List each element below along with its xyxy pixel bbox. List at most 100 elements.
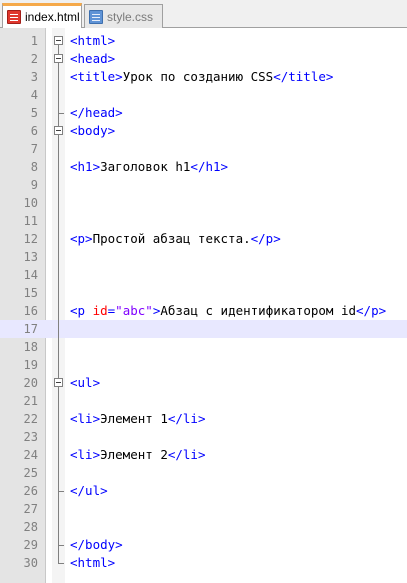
- css-file-icon: [89, 9, 103, 24]
- code-line[interactable]: 29 </body>: [0, 536, 407, 554]
- code-line[interactable]: 27: [0, 500, 407, 518]
- code-text[interactable]: <head>: [70, 50, 115, 68]
- fold-end-marker: [53, 536, 64, 554]
- code-line[interactable]: 4: [0, 86, 407, 104]
- line-number: 23: [23, 430, 38, 444]
- fold-line: [53, 140, 64, 158]
- code-line[interactable]: 25: [0, 464, 407, 482]
- line-number: 17: [23, 322, 38, 336]
- fold-line: [53, 266, 64, 284]
- code-line[interactable]: 14: [0, 266, 407, 284]
- code-text[interactable]: <p>Простой абзац текста.</p>: [70, 230, 281, 248]
- fold-line: [53, 86, 64, 104]
- code-line[interactable]: 13: [0, 248, 407, 266]
- code-text[interactable]: <html>: [70, 32, 115, 50]
- fold-collapse-icon[interactable]: [53, 32, 64, 50]
- code-line[interactable]: 23: [0, 428, 407, 446]
- code-line[interactable]: 10: [0, 194, 407, 212]
- code-text[interactable]: <body>: [70, 122, 115, 140]
- line-number: 22: [23, 412, 38, 426]
- code-line[interactable]: 11: [0, 212, 407, 230]
- line-number: 11: [23, 214, 38, 228]
- fold-line: [53, 230, 64, 248]
- fold-end-marker: [53, 554, 64, 572]
- line-number: 21: [23, 394, 38, 408]
- fold-line: [53, 392, 64, 410]
- code-line[interactable]: 8 <h1>Заголовок h1</h1>: [0, 158, 407, 176]
- line-number: 13: [23, 250, 38, 264]
- code-line[interactable]: 28: [0, 518, 407, 536]
- fold-line: [53, 284, 64, 302]
- fold-line: [53, 212, 64, 230]
- code-line[interactable]: 2 <head>: [0, 50, 407, 68]
- line-number: 27: [23, 502, 38, 516]
- code-line[interactable]: 17: [0, 320, 407, 338]
- fold-line: [53, 518, 64, 536]
- code-line[interactable]: 20 <ul>: [0, 374, 407, 392]
- fold-line: [53, 248, 64, 266]
- code-text[interactable]: <p id="abc">Абзац с идентификатором id</…: [70, 302, 386, 320]
- fold-collapse-icon[interactable]: [53, 122, 64, 140]
- code-text[interactable]: <title>Урок по созданию CSS</title>: [70, 68, 333, 86]
- code-line[interactable]: 9: [0, 176, 407, 194]
- code-lines: 1 <html> 2 <head> 3 <title>Урок по созданию C…: [0, 32, 407, 572]
- line-number: 15: [23, 286, 38, 300]
- code-line[interactable]: 30 <html>: [0, 554, 407, 572]
- code-line[interactable]: 15: [0, 284, 407, 302]
- code-text[interactable]: </head>: [70, 104, 123, 122]
- fold-collapse-icon[interactable]: [53, 374, 64, 392]
- code-line[interactable]: 5 </head>: [0, 104, 407, 122]
- html-file-icon: [7, 10, 21, 24]
- fold-line: [53, 68, 64, 86]
- code-text[interactable]: <h1>Заголовок h1</h1>: [70, 158, 228, 176]
- code-line[interactable]: 7: [0, 140, 407, 158]
- code-editor[interactable]: 1 <html> 2 <head> 3 <title>Урок по созданию C…: [0, 28, 407, 583]
- line-number: 4: [30, 88, 38, 102]
- line-number: 9: [30, 178, 38, 192]
- line-number: 26: [23, 484, 38, 498]
- line-number: 16: [23, 304, 38, 318]
- line-number: 3: [30, 70, 38, 84]
- code-line[interactable]: 19: [0, 356, 407, 374]
- code-text[interactable]: </ul>: [70, 482, 108, 500]
- tab-index-html[interactable]: index.html: [2, 3, 82, 28]
- line-number: 10: [23, 196, 38, 210]
- code-line[interactable]: 16 <p id="abc">Абзац с идентификатором id…: [0, 302, 407, 320]
- fold-line: [53, 176, 64, 194]
- fold-end-marker: [53, 482, 64, 500]
- line-number: 25: [23, 466, 38, 480]
- fold-collapse-icon[interactable]: [53, 50, 64, 68]
- fold-line: [53, 428, 64, 446]
- line-number: 5: [30, 106, 38, 120]
- fold-line: [53, 500, 64, 518]
- fold-line: [53, 302, 64, 320]
- code-text[interactable]: <li>Элемент 2</li>: [70, 446, 205, 464]
- code-line[interactable]: 3 <title>Урок по созданию CSS</title>: [0, 68, 407, 86]
- code-line[interactable]: 1 <html>: [0, 32, 407, 50]
- code-line[interactable]: 12 <p>Простой абзац текста.</p>: [0, 230, 407, 248]
- line-number: 28: [23, 520, 38, 534]
- fold-line: [53, 410, 64, 428]
- line-number: 8: [30, 160, 38, 174]
- tab-label: style.css: [107, 9, 154, 24]
- line-number: 1: [30, 34, 38, 48]
- tab-style-css[interactable]: style.css: [84, 4, 163, 28]
- code-line[interactable]: 22 <li>Элемент 1</li>: [0, 410, 407, 428]
- code-text[interactable]: <li>Элемент 1</li>: [70, 410, 205, 428]
- line-number: 7: [30, 142, 38, 156]
- code-line[interactable]: 18: [0, 338, 407, 356]
- fold-end-marker: [53, 104, 64, 122]
- code-line[interactable]: 21: [0, 392, 407, 410]
- code-text[interactable]: </body>: [70, 536, 123, 554]
- fold-line: [53, 194, 64, 212]
- code-text[interactable]: <ul>: [70, 374, 100, 392]
- code-line[interactable]: 24 <li>Элемент 2</li>: [0, 446, 407, 464]
- line-number: 20: [23, 376, 38, 390]
- fold-line: [53, 158, 64, 176]
- code-line[interactable]: 6 <body>: [0, 122, 407, 140]
- fold-line: [53, 320, 64, 338]
- code-line[interactable]: 26 </ul>: [0, 482, 407, 500]
- line-number: 6: [30, 124, 38, 138]
- code-text[interactable]: <html>: [70, 554, 115, 572]
- line-number: 2: [30, 52, 38, 66]
